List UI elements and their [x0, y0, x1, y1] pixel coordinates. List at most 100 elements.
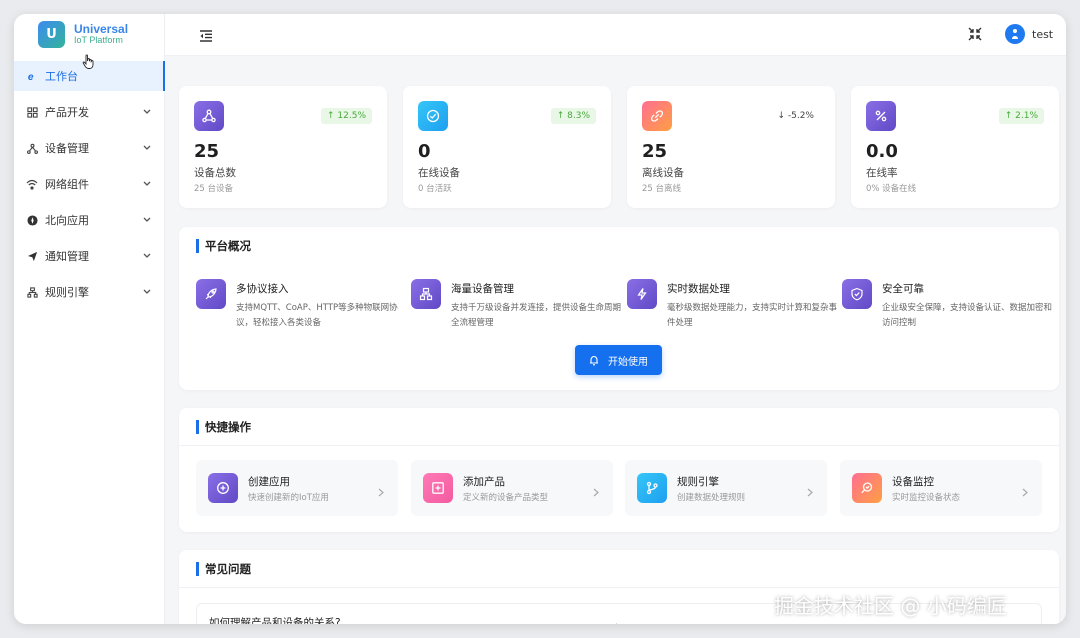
stat-card-rate: ↑ 2.1% 0.0 在线率 0% 设备在线 [851, 86, 1059, 208]
network-icon [194, 101, 224, 131]
feature-title: 海量设备管理 [451, 283, 514, 295]
branch-icon [637, 473, 667, 503]
logo-badge: U [38, 21, 65, 48]
broken-link-icon [642, 101, 672, 131]
sidebar-item-network[interactable]: 网络组件 [14, 169, 165, 199]
sidebar-item-rules[interactable]: 规则引擎 [14, 277, 165, 307]
stat-sub: 0% 设备在线 [866, 184, 917, 194]
grid-icon [26, 106, 38, 118]
quick-action-desc: 创建数据处理规则 [677, 493, 746, 503]
home-icon: e [26, 70, 38, 82]
quick-action-create-app[interactable]: 创建应用 快速创建新的IoT应用 [196, 460, 398, 516]
menu-fold-icon[interactable] [199, 27, 213, 46]
feature-title: 多协议接入 [236, 283, 289, 295]
wifi-icon [26, 178, 38, 190]
platform-overview-section: 平台概况 多协议接入 支持MQTT、CoAP、HTTP等多种物联网协议，轻松接入… [179, 227, 1059, 390]
monitor-icon [852, 473, 882, 503]
section-title: 快捷操作 [196, 420, 251, 434]
arrow-up-icon: ↑ [556, 111, 568, 121]
chevron-down-icon [143, 289, 151, 295]
feature-title: 实时数据处理 [667, 283, 730, 295]
trend-badge: ↓ -5.2% [771, 108, 820, 124]
feature-desc: 毫秒级数据处理能力，支持实时计算和复杂事件处理 [667, 303, 838, 328]
faq-question: 如何理解产品和设备的关系? [209, 617, 341, 624]
app-subtitle: IoT Platform [74, 35, 123, 46]
device-tree-icon [26, 142, 38, 154]
user-name: test [1032, 27, 1054, 41]
plus-square-icon [423, 473, 453, 503]
chevron-right-icon [593, 482, 599, 501]
logo[interactable]: U Universal IoT Platform [38, 21, 128, 48]
feature-desc: 支持千万级设备并发连接，提供设备生命周期全流程管理 [451, 303, 622, 328]
chevron-down-icon [143, 253, 151, 259]
stat-label: 设备总数 [194, 167, 236, 179]
sidebar-item-label: 通知管理 [45, 250, 89, 263]
sidebar-item-device-mgmt[interactable]: 设备管理 [14, 133, 165, 163]
compass-icon [26, 214, 38, 226]
stat-value: 25 [642, 141, 668, 162]
section-title: 常见问题 [196, 562, 251, 576]
arrow-down-icon: ↓ [777, 111, 788, 121]
stat-sub: 0 台活跃 [418, 184, 452, 194]
chevron-right-icon [378, 482, 384, 501]
start-button[interactable]: 开始使用 [575, 345, 662, 375]
stat-value: 0.0 [866, 141, 898, 162]
sidebar-item-northbound[interactable]: 北向应用 [14, 205, 165, 235]
sidebar-item-label: 产品开发 [45, 106, 89, 119]
start-button-label: 开始使用 [608, 356, 648, 368]
stat-card-online: ↑ 8.3% 0 在线设备 0 台活跃 [403, 86, 611, 208]
chevron-down-icon [143, 109, 151, 115]
divider [179, 587, 1059, 588]
stat-label: 离线设备 [642, 167, 684, 179]
sidebar-item-product-dev[interactable]: 产品开发 [14, 97, 165, 127]
stat-sub: 25 台离线 [642, 184, 682, 194]
stat-value: 0 [418, 141, 431, 162]
quick-actions-section: 快捷操作 创建应用 快速创建新的IoT应用 添加产品 定义新的设备产品类型 规则… [179, 408, 1059, 532]
quick-action-desc: 快速创建新的IoT应用 [248, 493, 329, 503]
sidebar: U Universal IoT Platform e 工作台 产品开发 设备管理… [14, 14, 165, 624]
rules-icon [26, 286, 38, 298]
percent-icon [866, 101, 896, 131]
chevron-right-icon [807, 482, 813, 501]
sidebar-item-label: 网络组件 [45, 178, 89, 191]
shield-icon [842, 279, 872, 309]
svg-text:e: e [27, 72, 33, 82]
cluster-icon [411, 279, 441, 309]
chevron-down-icon [143, 145, 151, 151]
rocket-icon [196, 279, 226, 309]
quick-action-monitor[interactable]: 设备监控 实时监控设备状态 [840, 460, 1042, 516]
quick-action-desc: 实时监控设备状态 [892, 493, 961, 503]
sidebar-item-notify[interactable]: 通知管理 [14, 241, 165, 271]
section-title: 平台概况 [196, 239, 251, 253]
avatar [1005, 24, 1025, 44]
quick-action-title: 规则引擎 [677, 476, 719, 488]
chevron-right-icon [615, 617, 621, 624]
quick-action-desc: 定义新的设备产品类型 [463, 493, 549, 503]
stat-card-offline: ↓ -5.2% 25 离线设备 25 台离线 [627, 86, 835, 208]
send-icon [26, 250, 38, 262]
sidebar-item-label: 北向应用 [45, 214, 89, 227]
chevron-down-icon [143, 181, 151, 187]
plus-circle-icon [208, 473, 238, 503]
trend-badge: ↑ 2.1% [998, 108, 1044, 124]
watermark: 掘金技术社区 @ 小码编匠 [774, 594, 1007, 618]
fullscreen-exit-icon[interactable] [968, 26, 982, 45]
arrow-up-icon: ↑ [327, 111, 338, 121]
sidebar-item-label: 设备管理 [45, 142, 89, 155]
feature-title: 安全可靠 [882, 283, 924, 295]
trend-badge: ↑ 12.5% [321, 108, 372, 124]
lightning-icon [627, 279, 657, 309]
quick-action-rules[interactable]: 规则引擎 创建数据处理规则 [625, 460, 827, 516]
sidebar-menu: e 工作台 产品开发 设备管理 网络组件 北向应用 通知管理 规则引擎 [14, 61, 165, 313]
stat-value: 25 [194, 141, 220, 162]
stat-label: 在线率 [866, 167, 898, 179]
quick-action-add-product[interactable]: 添加产品 定义新的设备产品类型 [411, 460, 613, 516]
stat-sub: 25 台设备 [194, 184, 234, 194]
stat-card-total: ↑ 12.5% 25 设备总数 25 台设备 [179, 86, 387, 208]
quick-action-title: 设备监控 [892, 476, 934, 488]
divider [179, 445, 1059, 446]
feature-desc: 企业级安全保障，支持设备认证、数据加密和访问控制 [882, 303, 1053, 328]
user-menu[interactable]: test [1005, 24, 1053, 44]
quick-action-title: 创建应用 [248, 476, 290, 488]
chevron-right-icon [1022, 482, 1028, 501]
